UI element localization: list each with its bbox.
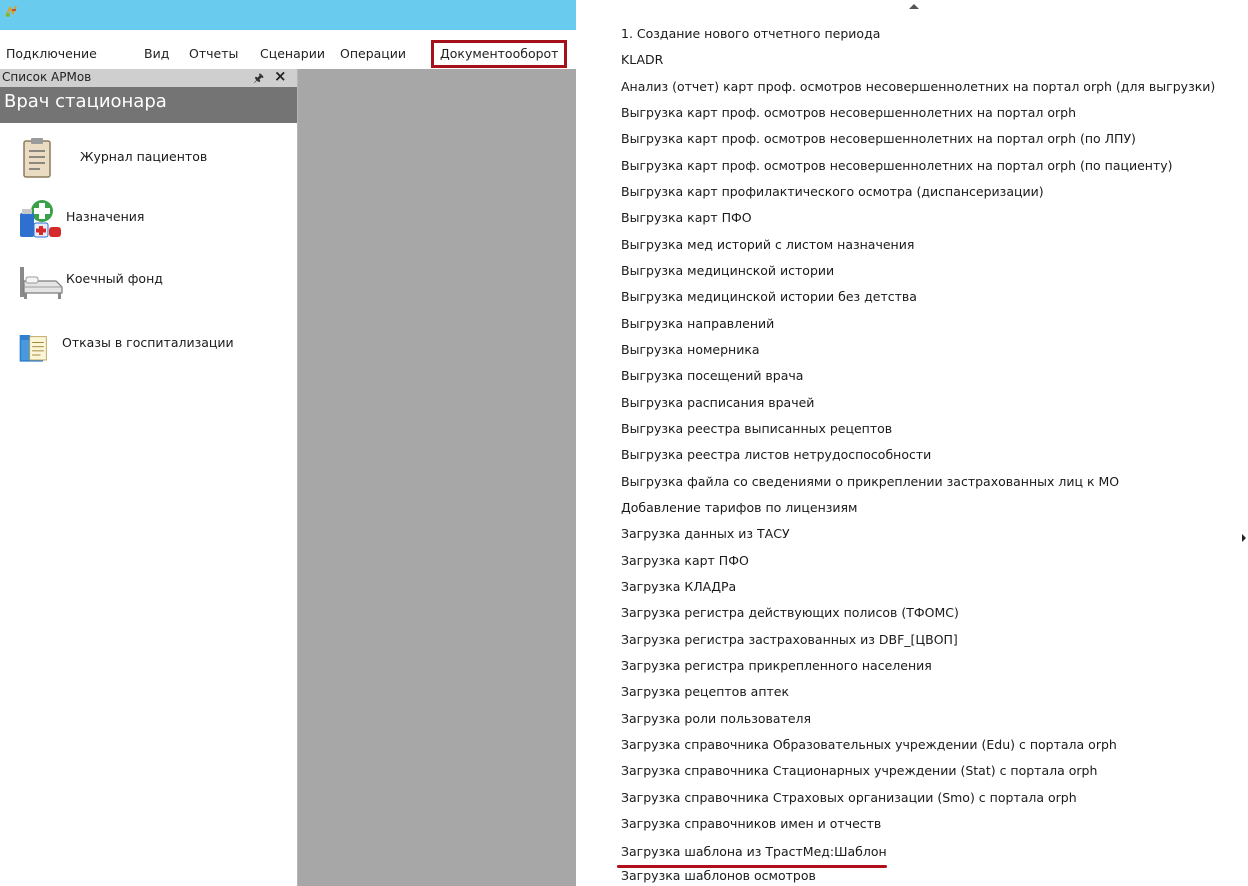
dropdown-item[interactable]: Выгрузка карт ПФО [621, 206, 752, 230]
highlight-underline [617, 865, 887, 868]
dropdown-item-submenu[interactable]: Загрузка данных из ТАСУ [621, 522, 790, 546]
arm-panel-header: Список АРМов 🖈︎ × [0, 67, 297, 87]
menu-operations[interactable]: Операции [340, 39, 406, 69]
menu-document-flow[interactable]: Документооборот [431, 40, 568, 68]
arm-item-label: Коечный фонд [66, 271, 163, 286]
dropdown-item[interactable]: Выгрузка номерника [621, 338, 760, 362]
dropdown-item[interactable]: KLADR [621, 48, 663, 72]
menu-scenarios[interactable]: Сценарии [260, 39, 325, 69]
arm-item-label: Отказы в госпитализации [62, 335, 234, 350]
dropdown-item[interactable]: Загрузка регистра застрахованных из DBF_… [621, 628, 958, 652]
submenu-arrow-icon [1242, 534, 1246, 542]
arm-panel-title: Список АРМов [2, 70, 92, 84]
dropdown-item[interactable]: Загрузка регистра прикрепленного населен… [621, 654, 932, 678]
dropdown-item[interactable]: Загрузка рецептов аптек [621, 680, 789, 704]
scroll-up-arrow-icon[interactable] [909, 4, 919, 9]
dropdown-item[interactable]: Выгрузка карт проф. осмотров несовершенн… [621, 101, 1076, 125]
dropdown-item[interactable]: Выгрузка расписания врачей [621, 391, 814, 415]
menu-reports[interactable]: Отчеты [189, 39, 238, 69]
dropdown-item[interactable]: Загрузка КЛАДРа [621, 575, 736, 599]
dropdown-item[interactable]: Выгрузка направлений [621, 312, 774, 336]
clipboard-icon [23, 138, 51, 178]
dropdown-item[interactable]: Загрузка карт ПФО [621, 549, 749, 573]
arm-item-label: Журнал пациентов [80, 149, 208, 164]
dropdown-item[interactable]: Загрузка роли пользователя [621, 707, 811, 731]
menu-view[interactable]: Вид [144, 39, 169, 69]
dropdown-item[interactable]: Анализ (отчет) карт проф. осмотров несов… [621, 75, 1215, 99]
arm-item-patient-journal[interactable]: Журнал пациентов [0, 133, 297, 183]
main-menubar: Подключение Вид Отчеты Сценарии Операции… [0, 39, 582, 69]
menu-connection[interactable]: Подключение [6, 39, 97, 69]
dropdown-item[interactable]: Загрузка справочников имен и отчеств [621, 812, 881, 836]
arm-item-bed-fund[interactable]: Коечный фонд [0, 255, 297, 305]
dropdown-item[interactable]: Выгрузка медицинской истории без детства [621, 285, 917, 309]
dropdown-item-highlighted[interactable]: Загрузка шаблона из ТрастМед:Шаблон [621, 840, 887, 864]
dropdown-item[interactable]: Выгрузка посещений врача [621, 364, 803, 388]
dropdown-item[interactable]: Загрузка справочника Страховых организац… [621, 786, 1077, 810]
dropdown-item[interactable]: Добавление тарифов по лицензиям [621, 496, 857, 520]
app-logo-icon [5, 5, 17, 17]
workspace-area [298, 69, 576, 886]
dropdown-item[interactable]: Загрузка справочника Образовательных учр… [621, 733, 1117, 757]
dropdown-item[interactable]: Загрузка регистра действующих полисов (Т… [621, 601, 959, 625]
dropdown-item[interactable]: Выгрузка реестра выписанных рецептов [621, 417, 892, 441]
arm-item-hospitalization-refusals[interactable]: Отказы в госпитализации [0, 319, 297, 369]
dropdown-item[interactable]: Выгрузка карт проф. осмотров несовершенн… [621, 127, 1136, 151]
arm-role-header: Врач стационара [0, 87, 297, 123]
dropdown-item[interactable]: Выгрузка медицинской истории [621, 259, 834, 283]
folder-document-icon [19, 335, 47, 362]
close-icon[interactable]: × [274, 67, 287, 85]
application-screen: Подключение Вид Отчеты Сценарии Операции… [0, 0, 1248, 886]
dropdown-item[interactable]: Загрузка справочника Стационарных учрежд… [621, 759, 1097, 783]
dropdown-item[interactable]: 1. Создание нового отчетного периода [621, 22, 880, 46]
dropdown-item[interactable]: Выгрузка карт проф. осмотров несовершенн… [621, 154, 1173, 178]
dropdown-item[interactable]: Выгрузка файла со сведениями о прикрепле… [621, 470, 1119, 494]
dropdown-item[interactable]: Выгрузка карт профилактического осмотра … [621, 180, 1044, 204]
document-flow-dropdown: 1. Создание нового отчетного периода KLA… [578, 0, 1248, 886]
arm-item-prescriptions[interactable]: Назначения [0, 193, 297, 243]
dropdown-item[interactable]: Выгрузка реестра листов нетрудоспособнос… [621, 443, 931, 467]
arm-list-panel: Список АРМов 🖈︎ × Врач стационара Журнал… [0, 67, 298, 886]
window-titlebar [0, 0, 576, 30]
hospital-bed-icon [20, 267, 63, 299]
arm-item-label: Назначения [66, 209, 145, 224]
medicine-icon [20, 200, 61, 238]
dropdown-item[interactable]: Выгрузка мед историй с листом назначения [621, 233, 914, 257]
arm-role-title: Врач стационара [4, 91, 167, 112]
